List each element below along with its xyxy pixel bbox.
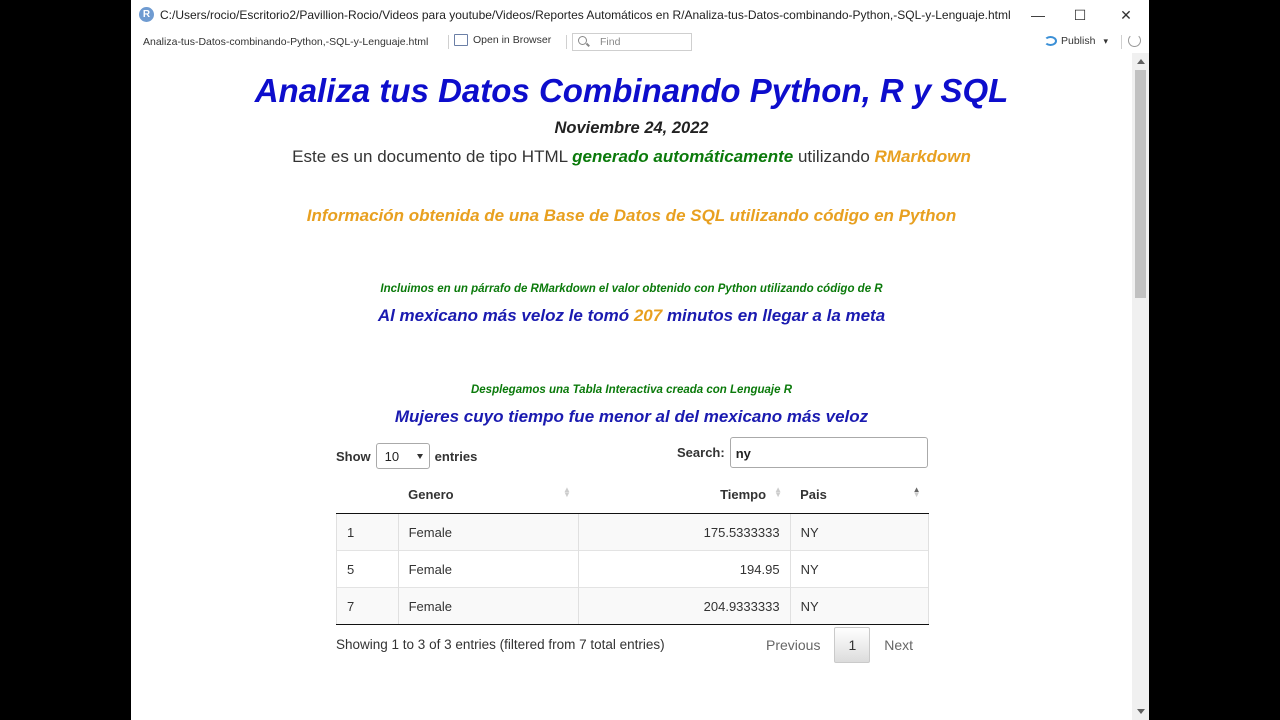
page-length-control: Show 10 entries	[336, 443, 477, 469]
previous-button[interactable]: Previous	[752, 628, 834, 662]
page-length-value: 10	[384, 449, 400, 464]
entries-label: entries	[434, 448, 478, 464]
cell-index: 1	[336, 513, 399, 551]
scrollbar-thumb[interactable]	[1135, 70, 1146, 298]
find-placeholder: Find	[600, 36, 621, 48]
data-table: Genero ▲ ▼ Tiempo ▲ ▼ Pais ▲ ▼ 1 Female 175.53…	[336, 475, 930, 625]
file-name-link[interactable]: Analiza-tus-Datos-combinando-Python,-SQL…	[143, 36, 428, 48]
cell-genero: Female	[398, 513, 580, 551]
page-button-current[interactable]: 1	[834, 627, 871, 663]
maximize-button[interactable]: ☐	[1065, 4, 1095, 26]
minimize-button[interactable]: —	[1023, 4, 1053, 26]
sort-icon: ▲ ▼	[563, 485, 571, 499]
viewer-window: R C:/Users/rocio/Escritorio2/Pavillion-R…	[131, 0, 1149, 720]
cell-pais: NY	[790, 550, 930, 588]
column-label: Pais	[800, 486, 827, 502]
title-bar: R C:/Users/rocio/Escritorio2/Pavillion-R…	[131, 0, 1149, 31]
publish-label: Publish	[1061, 35, 1096, 47]
column-header-index[interactable]	[336, 475, 399, 514]
cell-index: 5	[336, 550, 399, 588]
window-title: C:/Users/rocio/Escritorio2/Pavillion-Roc…	[160, 8, 1011, 22]
show-label: Show	[336, 448, 371, 464]
cell-index: 7	[336, 587, 399, 625]
intro-highlight-orange: RMarkdown	[874, 147, 971, 166]
cell-tiempo: 204.9333333	[578, 587, 791, 625]
table-row[interactable]: 7 Female 204.9333333 NY	[336, 587, 930, 625]
scroll-down-icon[interactable]	[1137, 709, 1145, 714]
vertical-scrollbar[interactable]	[1132, 53, 1149, 720]
cell-genero: Female	[398, 550, 580, 588]
scroll-up-icon[interactable]	[1137, 59, 1145, 64]
search-input[interactable]: ny	[729, 437, 928, 468]
next-button[interactable]: Next	[870, 628, 927, 662]
column-label: Genero	[408, 486, 454, 502]
search-label: Search:	[677, 445, 725, 460]
table-row[interactable]: 1 Female 175.5333333 NY	[336, 513, 930, 551]
column-header-tiempo[interactable]: Tiempo ▲ ▼	[578, 475, 791, 514]
page-length-select[interactable]: 10	[375, 443, 430, 469]
cell-genero: Female	[398, 587, 580, 625]
toolbar-divider	[1121, 35, 1122, 49]
fastest-text: Al mexicano más veloz le tomó	[377, 306, 634, 325]
document-content: Analiza tus Datos Combinando Python, R y…	[131, 53, 1132, 720]
page-title: Analiza tus Datos Combinando Python, R y…	[254, 72, 1009, 109]
fastest-text: minutos en llegar a la meta	[662, 306, 886, 325]
toolbar-divider	[566, 35, 567, 49]
sort-icon: ▲ ▼	[912, 485, 921, 499]
cell-tiempo: 175.5333333	[578, 513, 791, 551]
cell-pais: NY	[790, 513, 930, 551]
search-icon	[578, 36, 587, 45]
close-button[interactable]: ✕	[1111, 4, 1141, 26]
column-header-genero[interactable]: Genero ▲ ▼	[398, 475, 579, 514]
intro-text: Este es un documento de tipo HTML	[292, 147, 573, 166]
fastest-time-sentence: Al mexicano más veloz le tomó 207 minuto…	[131, 306, 1132, 326]
r-logo-icon: R	[139, 7, 154, 22]
cell-tiempo: 194.95	[578, 550, 791, 588]
open-in-browser-button[interactable]: Open in Browser	[454, 34, 551, 46]
intro-highlight-green: generado automáticamente	[572, 147, 794, 166]
table-search: Search: ny	[677, 437, 928, 468]
table-note: Desplegamos una Tabla Interactiva creada…	[470, 384, 793, 396]
fastest-value: 207	[633, 306, 663, 325]
pagination: Previous 1 Next	[752, 627, 927, 663]
viewer-toolbar: Analiza-tus-Datos-combinando-Python,-SQL…	[131, 31, 1149, 54]
intro-text: utilizando	[793, 147, 875, 166]
open-in-browser-label: Open in Browser	[473, 34, 552, 46]
browser-icon	[454, 34, 468, 46]
toolbar-divider	[448, 35, 449, 49]
cell-pais: NY	[790, 587, 930, 625]
refresh-icon[interactable]	[1128, 34, 1141, 47]
table-header-row: Genero ▲ ▼ Tiempo ▲ ▼ Pais ▲ ▼	[336, 475, 929, 514]
chevron-down-icon	[416, 454, 423, 459]
publish-icon	[1044, 36, 1057, 46]
search-value: ny	[735, 446, 751, 461]
column-header-pais[interactable]: Pais ▲ ▼	[790, 475, 929, 514]
table-row[interactable]: 5 Female 194.95 NY	[336, 550, 930, 588]
publish-button[interactable]: Publish ▾	[1044, 35, 1108, 47]
info-heading: Información obtenida de una Base de Dato…	[306, 206, 957, 225]
find-input[interactable]: Find	[572, 33, 692, 51]
paragraph-note: Incluimos en un párrafo de RMarkdown el …	[380, 283, 883, 295]
table-info: Showing 1 to 3 of 3 entries (filtered fr…	[336, 637, 665, 652]
table-heading: Mujeres cuyo tiempo fue menor al del mex…	[394, 407, 869, 426]
chevron-down-icon[interactable]: ▾	[1103, 36, 1108, 47]
column-label: Tiempo	[720, 486, 767, 502]
document-date: Noviembre 24, 2022	[554, 119, 709, 137]
sort-icon: ▲ ▼	[774, 485, 783, 499]
intro-paragraph: Este es un documento de tipo HTML genera…	[131, 147, 1132, 167]
